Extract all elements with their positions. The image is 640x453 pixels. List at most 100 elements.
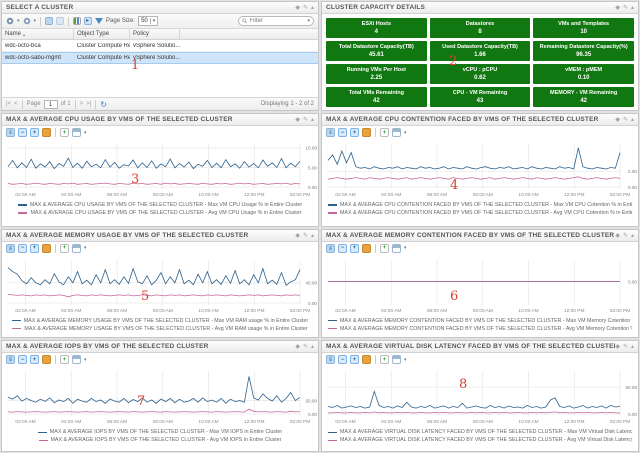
collapse-icon[interactable]: ▴ xyxy=(631,116,634,123)
edit-icon[interactable]: ✎ xyxy=(623,116,628,123)
prev-page-button[interactable]: < xyxy=(14,101,18,107)
filter-funnel-icon[interactable] xyxy=(95,18,103,24)
zoom-out-icon[interactable]: − xyxy=(338,355,347,364)
date-range-icon[interactable] xyxy=(72,244,81,253)
zoom-in-icon[interactable]: + xyxy=(30,244,39,253)
capacity-header: CLUSTER CAPACITY DETAILS ◆ ✎ ▴ xyxy=(322,2,638,14)
collapse-icon[interactable]: ▴ xyxy=(311,116,314,123)
open-in-icon[interactable] xyxy=(84,17,92,25)
chart-panel-header: MAX & AVERAGE IOPS BY VMS OF THE SELECTE… xyxy=(2,341,318,353)
date-range-icon[interactable] xyxy=(392,244,401,253)
date-range-icon[interactable] xyxy=(392,355,401,364)
page-size-select[interactable]: 50 ▾ xyxy=(138,16,158,26)
zoom-out-icon[interactable]: − xyxy=(18,355,27,364)
date-range-icon[interactable] xyxy=(392,128,401,137)
zoom-in-icon[interactable]: + xyxy=(350,128,359,137)
line-chart[interactable]: 02:00 AM04:00 AM06:00 AM08:00 AM10:00 AM… xyxy=(322,139,638,201)
export-icon[interactable]: ⇓ xyxy=(326,355,335,364)
pan-icon[interactable] xyxy=(362,244,371,253)
chevron-down-icon[interactable]: ▾ xyxy=(84,130,87,136)
pan-icon[interactable] xyxy=(42,128,51,137)
pin-icon[interactable]: ◆ xyxy=(615,343,620,350)
line-chart[interactable]: 02:00 AM04:00 AM06:00 AM08:00 AM10:00 AM… xyxy=(322,366,638,428)
pin-icon[interactable]: ◆ xyxy=(295,232,300,239)
last-page-button[interactable]: >| xyxy=(86,101,91,107)
edit-icon[interactable]: ✎ xyxy=(303,232,308,239)
edit-icon[interactable]: ✎ xyxy=(303,4,308,11)
line-chart[interactable]: 02:00 AM04:00 AM06:00 AM08:00 AM10:00 AM… xyxy=(322,255,638,317)
zoom-in-icon[interactable]: + xyxy=(30,128,39,137)
collapse-icon[interactable]: ▴ xyxy=(631,4,634,11)
collapse-icon[interactable]: ▴ xyxy=(311,4,314,11)
edit-icon[interactable]: ✎ xyxy=(623,4,628,11)
actions-icon[interactable] xyxy=(23,17,31,25)
edit-icon[interactable]: ✎ xyxy=(623,343,628,350)
chevron-down-icon[interactable]: ▾ xyxy=(17,18,20,24)
date-range-icon[interactable] xyxy=(72,355,81,364)
column-policy[interactable]: Policy xyxy=(130,29,180,39)
pan-icon[interactable] xyxy=(362,128,371,137)
chevron-down-icon[interactable]: ▾ xyxy=(404,130,407,136)
clear-selection-icon[interactable] xyxy=(56,17,64,25)
pin-icon[interactable]: ◆ xyxy=(615,116,620,123)
chevron-down-icon[interactable]: ▾ xyxy=(84,245,87,251)
pin-icon[interactable]: ◆ xyxy=(615,232,620,239)
edit-icon[interactable]: ✎ xyxy=(303,343,308,350)
line-chart[interactable]: 02:00 AM04:00 AM06:00 AM08:00 AM10:00 AM… xyxy=(2,255,318,317)
chevron-down-icon[interactable]: ▾ xyxy=(84,357,87,363)
export-icon[interactable]: ⇓ xyxy=(6,355,15,364)
expand-icon[interactable]: + xyxy=(60,355,69,364)
column-object-type[interactable]: Object Type xyxy=(74,29,130,39)
expand-icon[interactable]: + xyxy=(60,244,69,253)
edit-icon[interactable]: ✎ xyxy=(303,116,308,123)
legend-item: MAX & AVERAGE CPU CONTENTION FACED BY VM… xyxy=(328,209,632,217)
date-range-icon[interactable] xyxy=(72,128,81,137)
zoom-in-icon[interactable]: + xyxy=(30,355,39,364)
pin-icon[interactable]: ◆ xyxy=(295,4,300,11)
refresh-icon[interactable]: ↻ xyxy=(100,100,107,109)
pan-icon[interactable] xyxy=(42,355,51,364)
pan-icon[interactable] xyxy=(42,244,51,253)
column-name[interactable]: Name▴ xyxy=(2,29,74,39)
zoom-out-icon[interactable]: − xyxy=(338,244,347,253)
expand-icon[interactable]: + xyxy=(380,244,389,253)
line-chart[interactable]: 02:00 AM04:00 AM06:00 AM08:00 AM10:00 AM… xyxy=(2,366,318,428)
gear-icon[interactable] xyxy=(6,17,14,25)
export-icon[interactable]: ⇓ xyxy=(326,244,335,253)
expand-icon[interactable]: + xyxy=(380,128,389,137)
next-page-button[interactable]: > xyxy=(80,101,84,107)
chevron-down-icon[interactable]: ▾ xyxy=(404,245,407,251)
pin-icon[interactable]: ◆ xyxy=(295,116,300,123)
table-row[interactable]: wdc-octo-bca Cluster Compute Reso... vSp… xyxy=(2,40,318,52)
chevron-down-icon[interactable]: ▾ xyxy=(34,18,37,24)
chevron-down-icon[interactable]: ▾ xyxy=(404,357,407,363)
export-icon[interactable]: ⇓ xyxy=(326,128,335,137)
table-row-selected[interactable]: wdc-octo-sabu-mgmt Cluster Compute Reso.… xyxy=(2,52,318,64)
export-icon[interactable]: ⇓ xyxy=(6,244,15,253)
pin-icon[interactable]: ◆ xyxy=(295,343,300,350)
zoom-in-icon[interactable]: + xyxy=(350,355,359,364)
first-page-button[interactable]: |< xyxy=(6,101,11,107)
line-chart[interactable]: 02:00 AM04:00 AM06:00 AM08:00 AM10:00 AM… xyxy=(2,139,318,201)
zoom-out-icon[interactable]: − xyxy=(338,128,347,137)
expand-icon[interactable]: + xyxy=(60,128,69,137)
collapse-icon[interactable]: ▴ xyxy=(631,232,634,239)
pin-icon[interactable]: ◆ xyxy=(615,4,620,11)
filter-input[interactable] xyxy=(249,18,305,24)
pan-icon[interactable] xyxy=(362,355,371,364)
chevron-down-icon[interactable]: ▾ xyxy=(307,18,310,24)
tile-label: MEMORY - VM Remaining xyxy=(550,90,617,96)
collapse-icon[interactable]: ▴ xyxy=(311,232,314,239)
collapse-icon[interactable]: ▴ xyxy=(631,343,634,350)
multi-select-icon[interactable] xyxy=(45,17,53,25)
export-icon[interactable]: ⇓ xyxy=(6,128,15,137)
collapse-icon[interactable]: ▴ xyxy=(311,343,314,350)
legend-label: MAX & AVERAGE CPU CONTENTION FACED BY VM… xyxy=(340,210,632,216)
zoom-out-icon[interactable]: − xyxy=(18,128,27,137)
zoom-out-icon[interactable]: − xyxy=(18,244,27,253)
page-input[interactable]: 1 xyxy=(44,100,58,109)
zoom-in-icon[interactable]: + xyxy=(350,244,359,253)
edit-icon[interactable]: ✎ xyxy=(623,232,628,239)
dashboard-navigate-icon[interactable] xyxy=(73,17,81,25)
expand-icon[interactable]: + xyxy=(380,355,389,364)
